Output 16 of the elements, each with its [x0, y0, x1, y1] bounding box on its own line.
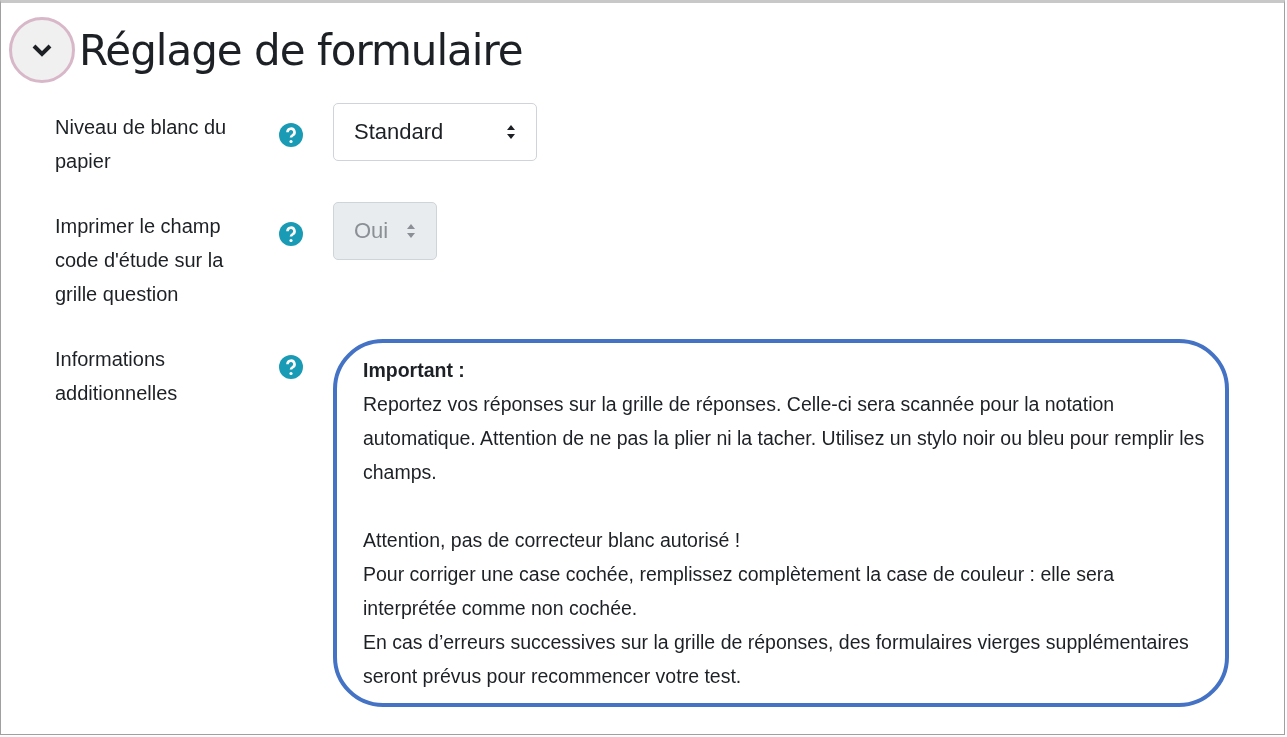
field-label: Informations additionnelles	[55, 347, 179, 406]
info-heading: Important :	[363, 358, 466, 383]
dropdown-select[interactable]: Standard	[333, 103, 537, 161]
info-text: Pour corriger une case cochée, remplissez complètement la case de couleur : elle sera interprétée comme non cochée.	[363, 562, 1116, 621]
info-text: Attention, pas de correcteur blanc autorisé !	[363, 528, 742, 553]
field-label: Niveau de blanc du papier	[55, 115, 228, 174]
field-label: Imprimer le champ code d'étude sur la grille question	[55, 214, 225, 307]
help-icon[interactable]	[279, 355, 303, 379]
sort-caret-icon	[406, 223, 417, 239]
help-icon[interactable]	[279, 123, 303, 147]
info-text: Reportez vos réponses sur la grille de réponses. Celle-ci sera scannée pour la notation automatique. Attention de ne pas la plier ni la tacher. Utilisez un stylo noir ou bleu pour remplir les champs.	[363, 392, 1205, 485]
help-icon[interactable]	[279, 222, 303, 246]
sort-caret-icon	[506, 124, 516, 140]
chevron-icon	[31, 43, 53, 57]
section-title: Réglage de formulaire	[79, 25, 523, 75]
info-text: En cas d’erreurs successives sur la grille de réponses, des formulaires vierges supplémentaires seront prévus pour recommencer votre test.	[363, 630, 1190, 689]
